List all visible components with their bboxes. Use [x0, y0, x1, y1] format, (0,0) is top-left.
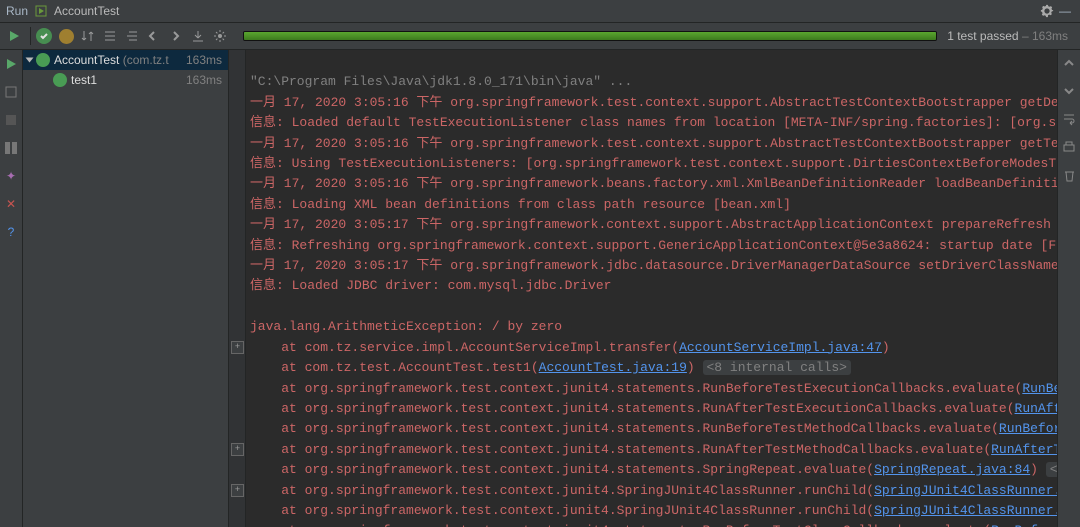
title-bar: Run AccountTest —: [0, 0, 1080, 23]
rerun-button[interactable]: [2, 24, 26, 48]
tree-child-name: test1: [71, 73, 97, 87]
tree-root-ctx: (com.tz.t: [123, 53, 169, 67]
stack-line: at org.springframework.test.context.juni…: [250, 483, 1057, 498]
test-tree[interactable]: AccountTest (com.tz.t 163ms test1 163ms: [23, 50, 229, 527]
log-line: 信息: Loading XML bean definitions from cl…: [250, 197, 791, 212]
log-line: 一月 17, 2020 3:05:16 下午 org.springframewo…: [250, 176, 1057, 191]
test-toolbar: 1 test passed – 163ms: [0, 23, 1080, 50]
internal-calls-badge[interactable]: <8 internal calls>: [703, 360, 851, 375]
settings-button[interactable]: [209, 25, 231, 47]
test-pass-icon: [36, 53, 50, 67]
export-button[interactable]: [187, 25, 209, 47]
test-status-text: 1 test passed – 163ms: [947, 29, 1068, 43]
test-pass-icon: [53, 73, 67, 87]
fold-toggle[interactable]: +: [231, 341, 244, 354]
stop-icon[interactable]: [2, 110, 20, 130]
stack-line: at org.springframework.test.context.juni…: [250, 401, 1057, 416]
tree-child-time: 163ms: [186, 73, 222, 87]
stack-line: at org.springframework.test.context.juni…: [250, 462, 1057, 477]
stack-link[interactable]: SpringJUnit4ClassRunner.java:97: [874, 503, 1057, 518]
stack-link[interactable]: RunBeforeTest: [1022, 381, 1057, 396]
toggle-auto-icon[interactable]: [2, 82, 20, 102]
log-line: 一月 17, 2020 3:05:16 下午 org.springframewo…: [250, 136, 1057, 151]
log-line: 信息: Loaded default TestExecutionListener…: [250, 115, 1057, 130]
log-line: 信息: Using TestExecutionListeners: [org.s…: [250, 156, 1057, 171]
sort-button[interactable]: [77, 25, 99, 47]
log-line: 一月 17, 2020 3:05:16 下午 org.springframewo…: [250, 95, 1057, 110]
prev-failed-button[interactable]: [143, 25, 165, 47]
run-label: Run: [6, 4, 28, 18]
layout-icon[interactable]: [2, 138, 20, 158]
stack-line: at com.tz.test.AccountTest.test1(Account…: [250, 360, 851, 375]
minimize-icon[interactable]: —: [1056, 2, 1074, 20]
tree-root-name: AccountTest: [54, 53, 119, 67]
pin-icon[interactable]: ✦: [2, 166, 20, 186]
collapse-all-button[interactable]: [121, 25, 143, 47]
gear-icon[interactable]: [1038, 2, 1056, 20]
rerun-failed-icon[interactable]: [2, 54, 20, 74]
show-ignored-button[interactable]: [55, 25, 77, 47]
tree-root-time: 163ms: [186, 53, 222, 67]
stack-link[interactable]: RunAfterTestEx: [1015, 401, 1057, 416]
print-icon[interactable]: [1060, 138, 1078, 156]
exception-line: java.lang.ArithmeticException: / by zero: [250, 319, 562, 334]
window-title: AccountTest: [54, 4, 119, 18]
internal-calls-badge[interactable]: <1 interna: [1046, 462, 1057, 477]
tree-child-row[interactable]: test1 163ms: [23, 70, 228, 90]
stack-line: at org.springframework.test.context.juni…: [250, 503, 1057, 518]
stack-line: at org.springframework.test.context.juni…: [250, 523, 1057, 527]
stack-link[interactable]: RunBeforeTestCla: [991, 523, 1057, 527]
stack-link[interactable]: RunAfterTestMetho: [991, 442, 1057, 457]
log-line: 信息: Loaded JDBC driver: com.mysql.jdbc.D…: [250, 278, 611, 293]
fold-gutter: + + +: [229, 50, 246, 527]
right-action-gutter: [1057, 50, 1080, 527]
expand-all-button[interactable]: [99, 25, 121, 47]
scroll-down-icon[interactable]: [1060, 82, 1078, 100]
fold-toggle[interactable]: +: [231, 443, 244, 456]
log-line: 信息: Refreshing org.springframework.conte…: [250, 238, 1057, 253]
fold-toggle[interactable]: +: [231, 484, 244, 497]
stack-link[interactable]: RunBeforeTestMet: [999, 421, 1057, 436]
soft-wrap-icon[interactable]: [1060, 110, 1078, 128]
log-line: 一月 17, 2020 3:05:17 下午 org.springframewo…: [250, 217, 1051, 232]
stack-link[interactable]: SpringJUnit4ClassRunner.java:251: [874, 483, 1057, 498]
next-failed-button[interactable]: [165, 25, 187, 47]
help-icon[interactable]: ?: [2, 222, 20, 242]
tree-root-row[interactable]: AccountTest (com.tz.t 163ms: [23, 50, 228, 70]
stack-line: at com.tz.service.impl.AccountServiceImp…: [250, 340, 890, 355]
stack-link[interactable]: AccountServiceImpl.java:47: [679, 340, 882, 355]
test-progress-bar: [243, 31, 937, 41]
stack-link[interactable]: AccountTest.java:19: [539, 360, 687, 375]
clear-icon[interactable]: [1060, 166, 1078, 184]
run-config-icon: [32, 2, 50, 20]
chevron-down-icon: [26, 58, 34, 63]
log-line: 一月 17, 2020 3:05:17 下午 org.springframewo…: [250, 258, 1057, 273]
left-action-gutter: ✦ ✕ ?: [0, 50, 23, 527]
stack-line: at org.springframework.test.context.juni…: [250, 421, 1057, 436]
stack-link[interactable]: SpringRepeat.java:84: [874, 462, 1030, 477]
cmd-line: "C:\Program Files\Java\jdk1.8.0_171\bin\…: [250, 74, 632, 89]
close-icon[interactable]: ✕: [2, 194, 20, 214]
show-passed-button[interactable]: [33, 25, 55, 47]
console-output[interactable]: "C:\Program Files\Java\jdk1.8.0_171\bin\…: [246, 50, 1057, 527]
stack-line: at org.springframework.test.context.juni…: [250, 381, 1057, 396]
scroll-up-icon[interactable]: [1060, 54, 1078, 72]
stack-line: at org.springframework.test.context.juni…: [250, 442, 1057, 457]
